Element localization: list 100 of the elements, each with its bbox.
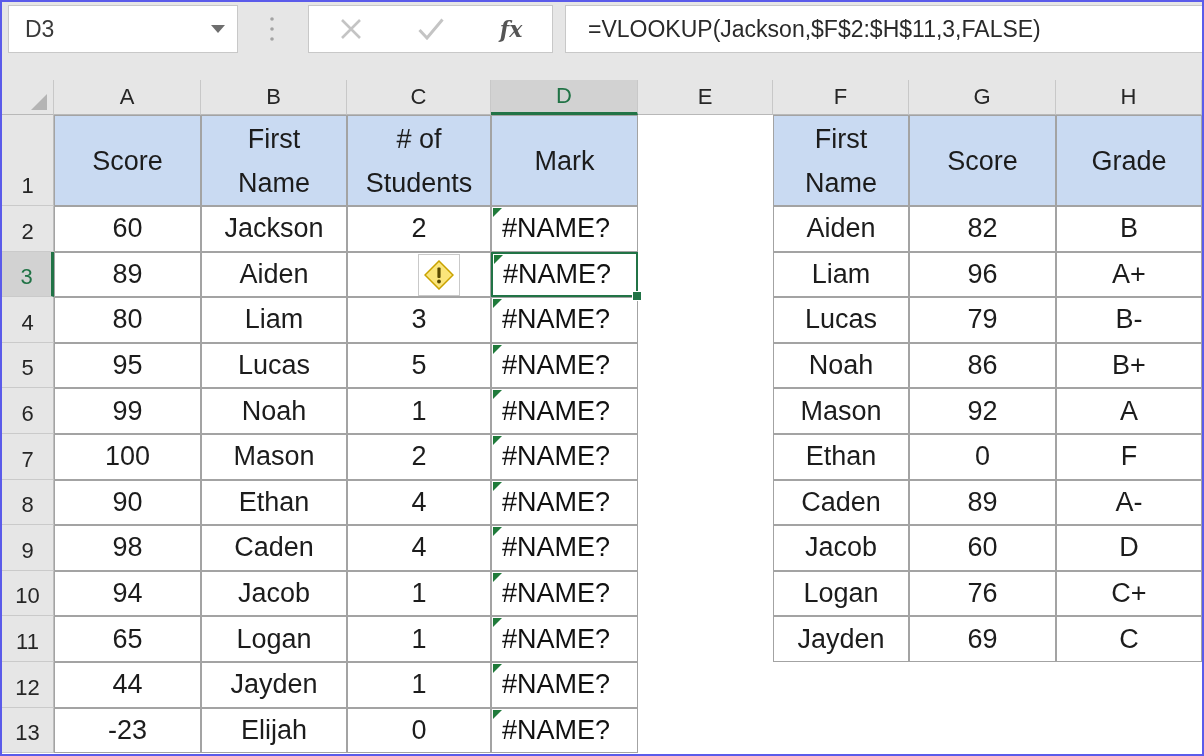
- table-header-cell: Grade: [1056, 115, 1202, 206]
- table-cell: Aiden: [773, 206, 909, 252]
- table-cell: Mason: [773, 388, 909, 434]
- column-header[interactable]: B: [201, 80, 347, 115]
- table-cell: Noah: [773, 342, 909, 389]
- table-cell: 1: [347, 570, 491, 617]
- table-cell: 89: [909, 479, 1056, 526]
- column-header[interactable]: A: [54, 80, 201, 115]
- row-header[interactable]: 13: [2, 707, 54, 754]
- row-header[interactable]: 12: [2, 661, 54, 708]
- row-header[interactable]: 1: [2, 115, 54, 206]
- table-header-cell: Mark: [491, 115, 638, 206]
- insert-function-button[interactable]: fx: [486, 9, 536, 49]
- error-value: #NAME?: [502, 441, 611, 473]
- table-cell: Lucas: [201, 342, 347, 389]
- error-value: #NAME?: [502, 350, 611, 382]
- table-header-cell: # of Students: [347, 115, 491, 206]
- table-cell: Lucas: [773, 297, 909, 343]
- error-value: #NAME?: [502, 578, 611, 610]
- table-header-cell: First Name: [773, 115, 909, 206]
- error-value: #NAME?: [502, 304, 611, 336]
- column-header[interactable]: G: [909, 80, 1056, 115]
- table-cell: Ethan: [201, 479, 347, 526]
- table-cell: B+: [1056, 342, 1202, 389]
- table-cell: 96: [909, 251, 1056, 298]
- table-cell: 86: [909, 342, 1056, 389]
- row-header[interactable]: 2: [2, 206, 54, 252]
- row-header[interactable]: 3: [2, 251, 54, 298]
- error-value: #NAME?: [502, 532, 611, 564]
- table-cell: 94: [54, 570, 201, 617]
- table-cell: 82: [909, 206, 1056, 252]
- row-header[interactable]: 9: [2, 525, 54, 571]
- table-cell: A-: [1056, 479, 1202, 526]
- error-value: #NAME?: [502, 623, 611, 655]
- row-header[interactable]: 11: [2, 616, 54, 662]
- table-cell: Aiden: [201, 251, 347, 298]
- table-cell: 60: [54, 206, 201, 252]
- table-cell: Liam: [773, 251, 909, 298]
- table-cell: 3: [347, 297, 491, 343]
- table-header-cell: Score: [54, 115, 201, 206]
- table-cell: Ethan: [773, 433, 909, 480]
- caret-icon[interactable]: [211, 25, 225, 33]
- fill-handle[interactable]: [632, 291, 642, 302]
- table-cell: A: [1056, 388, 1202, 434]
- table-cell: F: [1056, 433, 1202, 480]
- table-cell: Mason: [201, 433, 347, 480]
- vertical-dots-icon: [270, 17, 274, 41]
- table-cell: B-: [1056, 297, 1202, 343]
- error-value: #NAME?: [502, 669, 611, 701]
- table-cell: Jacob: [773, 525, 909, 571]
- table-cell: Caden: [201, 525, 347, 571]
- table-cell: 2: [347, 433, 491, 480]
- column-header[interactable]: H: [1056, 80, 1202, 115]
- row-header[interactable]: 4: [2, 297, 54, 343]
- table-cell: 95: [54, 342, 201, 389]
- name-box[interactable]: D3: [8, 5, 238, 53]
- table-cell: 2: [347, 206, 491, 252]
- table-cell: Caden: [773, 479, 909, 526]
- error-value: #NAME?: [502, 486, 611, 518]
- table-cell: 69: [909, 616, 1056, 662]
- row-header[interactable]: 6: [2, 388, 54, 434]
- error-value: #NAME?: [502, 395, 611, 427]
- error-value: #NAME?: [502, 213, 611, 245]
- row-header[interactable]: 8: [2, 479, 54, 526]
- column-header[interactable]: F: [773, 80, 909, 115]
- formula-field[interactable]: =VLOOKUP(Jackson,$F$2:$H$11,3,FALSE): [565, 5, 1202, 53]
- table-cell: 1: [347, 661, 491, 708]
- table-cell: A+: [1056, 251, 1202, 298]
- table-cell: Jayden: [773, 616, 909, 662]
- table-cell: 1: [347, 388, 491, 434]
- table-cell: Elijah: [201, 707, 347, 754]
- table-cell: 0: [909, 433, 1056, 480]
- row-header[interactable]: 5: [2, 342, 54, 389]
- table-cell: 65: [54, 616, 201, 662]
- table-cell: Jackson: [201, 206, 347, 252]
- table-cell: 4: [347, 525, 491, 571]
- column-header[interactable]: E: [638, 80, 773, 115]
- corner-triangle-icon: [31, 94, 47, 110]
- row-header[interactable]: 10: [2, 570, 54, 617]
- error-options-button[interactable]: [418, 253, 460, 296]
- table-cell: 98: [54, 525, 201, 571]
- row-header[interactable]: 7: [2, 433, 54, 480]
- table-cell: C+: [1056, 570, 1202, 617]
- table-cell: 5: [347, 342, 491, 389]
- table-cell: Liam: [201, 297, 347, 343]
- table-cell: 99: [54, 388, 201, 434]
- table-header-cell: First Name: [201, 115, 347, 206]
- table-cell: 76: [909, 570, 1056, 617]
- column-header[interactable]: C: [347, 80, 491, 115]
- column-header[interactable]: D: [491, 80, 638, 115]
- table-cell: B: [1056, 206, 1202, 252]
- table-cell: Logan: [773, 570, 909, 617]
- table-cell: 89: [54, 251, 201, 298]
- table-cell: -23: [54, 707, 201, 754]
- table-cell: D: [1056, 525, 1202, 571]
- table-cell: 44: [54, 661, 201, 708]
- table-cell: 60: [909, 525, 1056, 571]
- warning-icon: [424, 259, 454, 290]
- table-cell: C: [1056, 616, 1202, 662]
- table-cell: 1: [347, 616, 491, 662]
